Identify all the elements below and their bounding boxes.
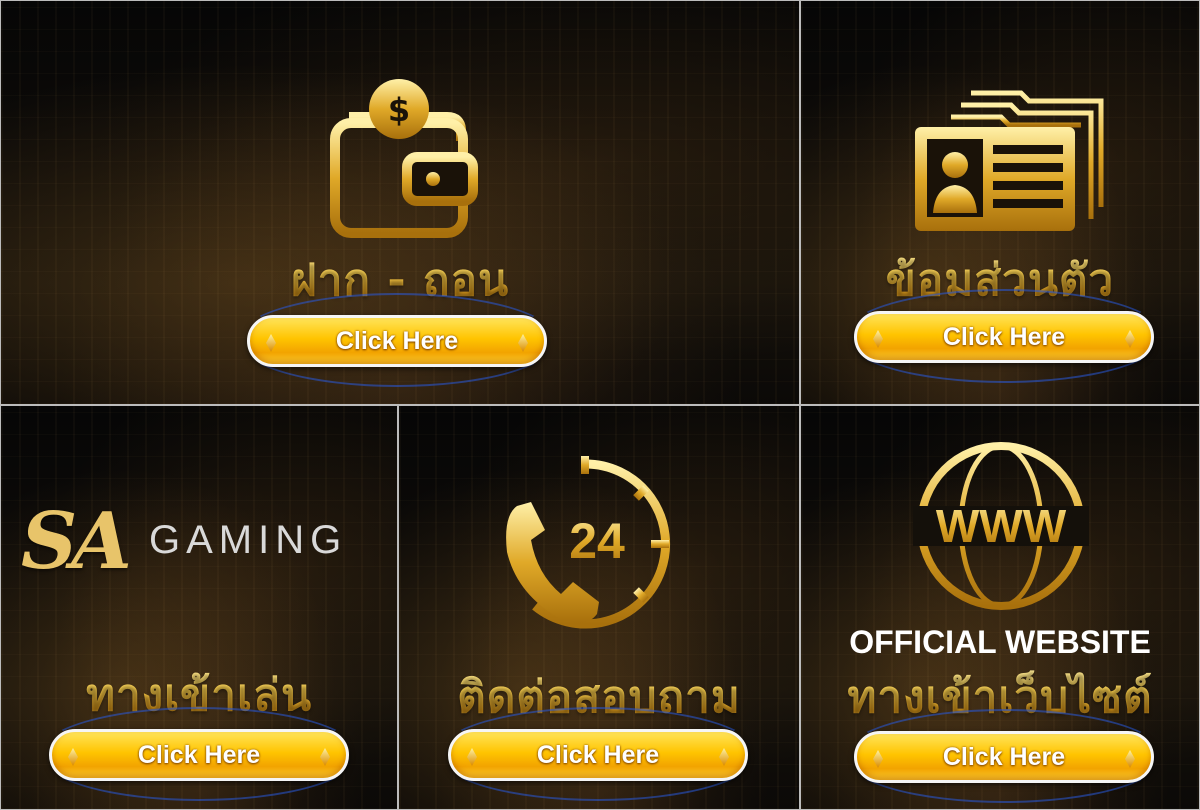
sa-logo-script: SA: [21, 496, 132, 587]
wallet-dollar-icon: $: [330, 79, 478, 238]
phone-24-hour-icon: 24: [506, 456, 671, 629]
sa-gaming-logo: SA GAMING: [21, 496, 381, 606]
id-card-icon: [915, 90, 1104, 231]
contact-click-here-button[interactable]: Click Here: [448, 729, 748, 781]
diamond-icon: [873, 330, 883, 348]
svg-text:24: 24: [569, 513, 625, 569]
deposit-click-here-button[interactable]: Click Here: [247, 315, 547, 367]
website-click-here-button[interactable]: Click Here: [854, 731, 1154, 783]
sa-logo-text: GAMING: [149, 518, 348, 562]
tile-profile: ข้อมส่วนตัว Click Here: [800, 0, 1200, 405]
play-click-here-button[interactable]: Click Here: [49, 729, 349, 781]
diamond-icon: [467, 748, 477, 766]
diamond-icon: [1125, 330, 1135, 348]
diamond-icon: [873, 750, 883, 768]
svg-text:$: $: [388, 91, 410, 129]
button-label: Click Here: [536, 740, 660, 769]
button-label: Click Here: [942, 322, 1066, 351]
tile-contact: 24 ติดต่อสอบถาม Click Here: [398, 405, 800, 810]
tile-sa-gaming: SA GAMING ทางเข้าเล่น Click Here: [0, 405, 398, 810]
official-website-label: OFFICIAL WEBSITE: [849, 624, 1151, 660]
menu-grid: $ ฝาก - ถอน Click Here ข้อมส่วนตัว Click…: [0, 0, 1200, 810]
diamond-icon: [266, 334, 276, 352]
contact-button-wrap: Click Here: [438, 707, 758, 801]
tile-website: WWW OFFICIAL WEBSITE ทางเข้าเว็บไซต์ Cli…: [800, 405, 1200, 810]
button-label: Click Here: [137, 740, 261, 769]
globe-www-icon: WWW: [913, 442, 1089, 610]
diamond-icon: [320, 748, 330, 766]
diamond-icon: [518, 334, 528, 352]
diamond-icon: [719, 748, 729, 766]
deposit-button-wrap: Click Here: [237, 293, 557, 387]
profile-button-wrap: Click Here: [844, 289, 1164, 383]
profile-click-here-button[interactable]: Click Here: [854, 311, 1154, 363]
button-label: Click Here: [335, 326, 459, 355]
diamond-icon: [68, 748, 78, 766]
play-button-wrap: Click Here: [39, 707, 359, 801]
diamond-icon: [1125, 750, 1135, 768]
button-label: Click Here: [942, 742, 1066, 771]
website-button-wrap: Click Here: [844, 709, 1164, 803]
svg-text:WWW: WWW: [936, 500, 1067, 552]
tile-deposit-withdraw: $ ฝาก - ถอน Click Here: [0, 0, 800, 405]
